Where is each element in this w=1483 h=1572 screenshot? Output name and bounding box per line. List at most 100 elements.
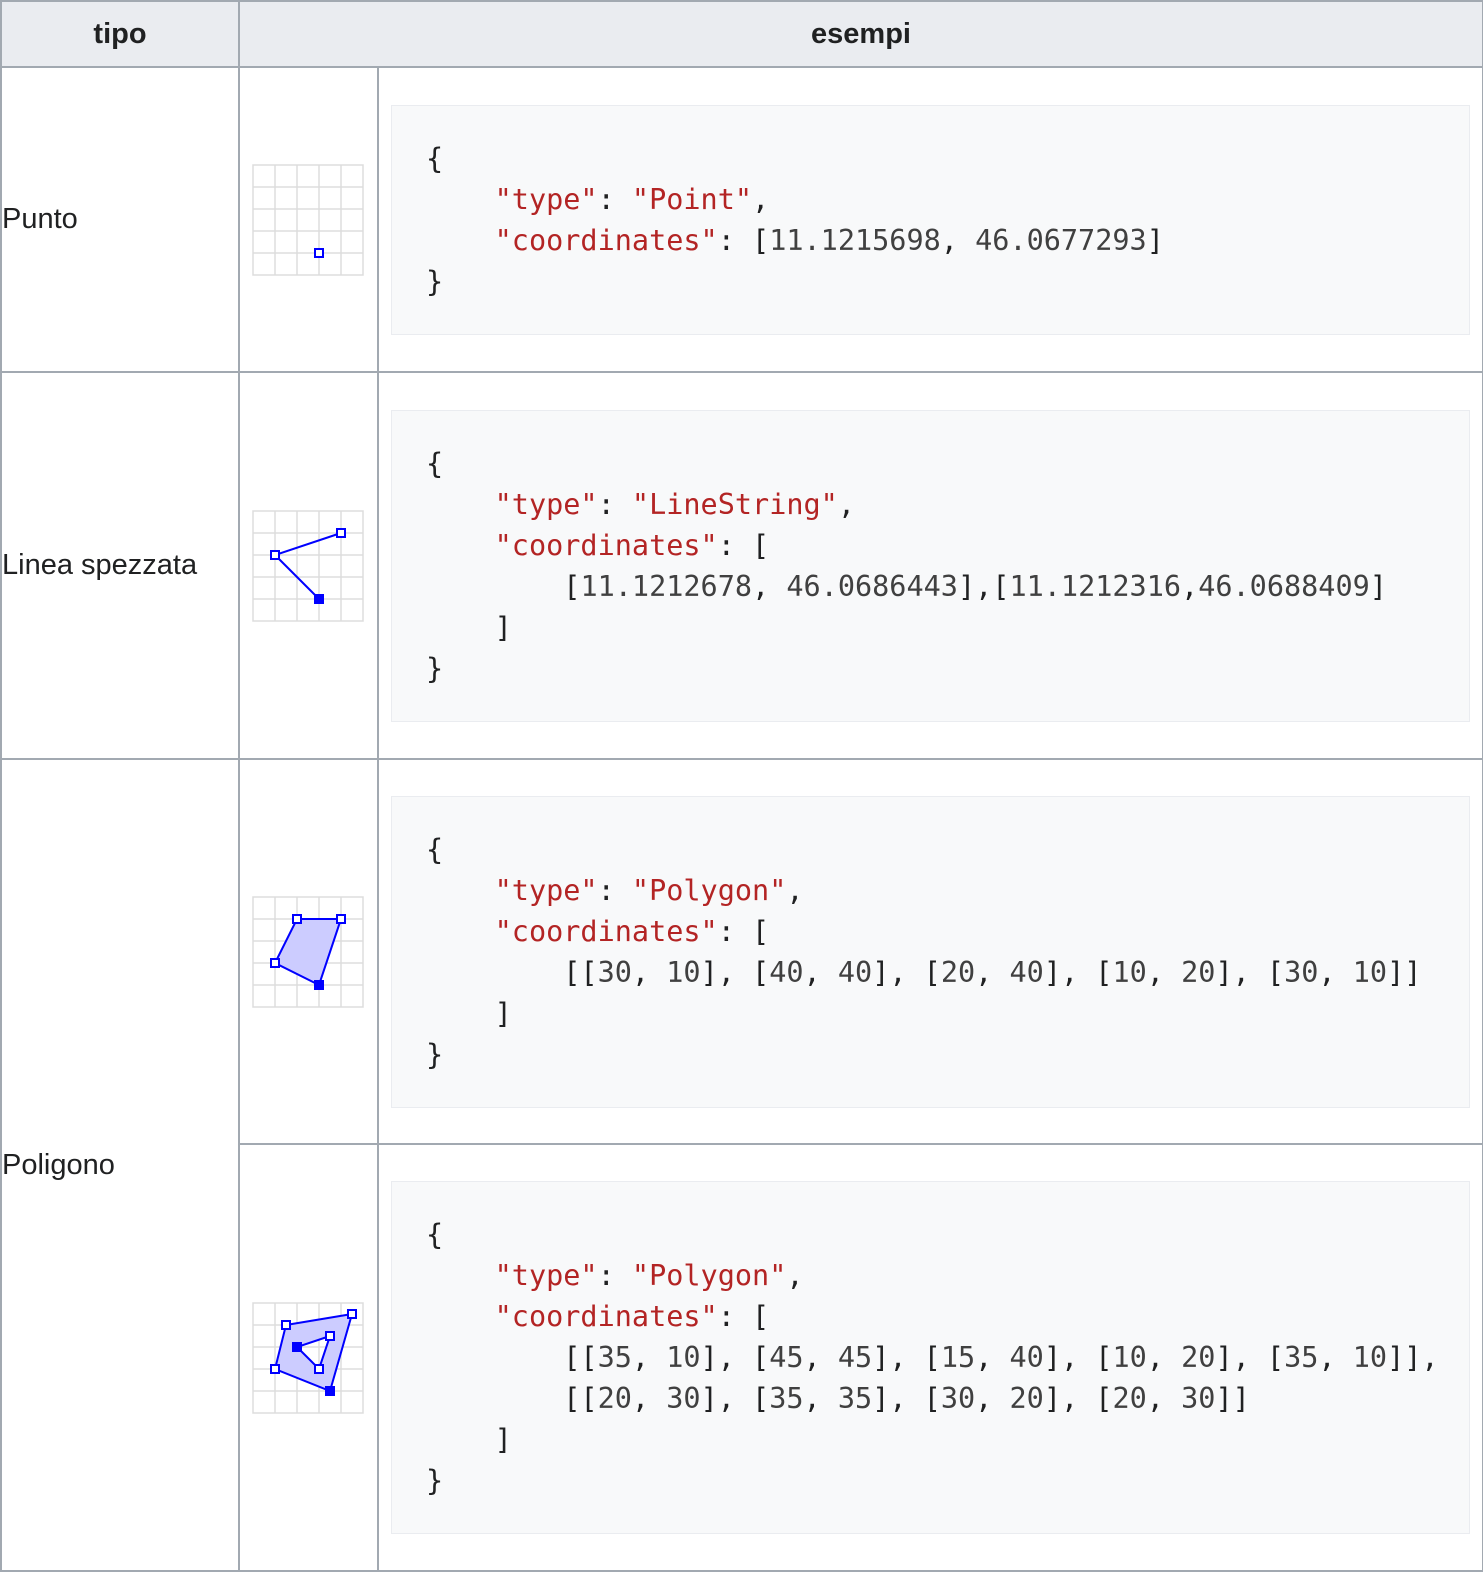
code-token-punc: [ xyxy=(426,569,581,603)
code-token-num: 20 xyxy=(1112,1382,1147,1415)
code-line: { xyxy=(426,443,1469,484)
code-token-str: "Polygon" xyxy=(631,873,787,907)
header-type: tipo xyxy=(0,0,240,68)
code-line: "type": "Point", xyxy=(426,179,1469,220)
linestring-geometry-icon xyxy=(252,509,364,622)
code-token-punc: , xyxy=(1146,955,1182,989)
code-token-str: "Polygon" xyxy=(631,1259,787,1292)
code-token-num: 20 xyxy=(940,955,976,989)
code-line: "type": "Polygon", xyxy=(426,1255,1469,1296)
code-token-punc: [[ xyxy=(426,1382,598,1415)
code-token-punc: ] xyxy=(426,996,512,1030)
code-token-punc xyxy=(426,183,495,216)
code-token-str: "LineString" xyxy=(631,487,838,521)
icon-cell xyxy=(238,371,379,760)
code-token-num: 11.1215698 xyxy=(769,223,941,257)
code-token-num: 11.1212316 xyxy=(1009,569,1182,603)
code-cell: { "type": "LineString", "coordinates": [… xyxy=(376,371,1483,760)
code-token-str: "Point" xyxy=(631,182,753,216)
code-cell: { "type": "Polygon", "coordinates": [ [[… xyxy=(376,758,1483,1145)
code-token-punc: , xyxy=(1318,1341,1353,1374)
code-token-punc: : xyxy=(597,182,632,216)
code-line: "type": "Polygon", xyxy=(426,870,1469,911)
code-token-num: 15 xyxy=(940,1341,976,1374)
code-token-num: 10 xyxy=(1112,1341,1147,1374)
code-token-punc: , xyxy=(837,487,855,521)
code-token-punc: : [ xyxy=(717,528,770,562)
code-token-punc: ], [ xyxy=(700,1382,770,1415)
code-token-punc: ]], xyxy=(1387,1341,1439,1374)
code-token-num: 46.0686443 xyxy=(786,569,958,603)
code-token-num: 10 xyxy=(666,1341,701,1374)
code-line: { xyxy=(426,138,1469,179)
code-line: [11.1212678, 46.0686443],[11.1212316,46.… xyxy=(426,566,1469,607)
icon-cell xyxy=(238,66,379,373)
code-token-punc: } xyxy=(426,264,444,298)
code-line: "type": "LineString", xyxy=(426,484,1469,525)
type-cell-point: Punto xyxy=(0,66,240,373)
code-token-num: 46.0688409 xyxy=(1198,569,1370,603)
code-token-punc: ] xyxy=(1369,569,1387,603)
code-line: } xyxy=(426,261,1469,302)
code-token-num: 40 xyxy=(769,955,804,989)
code-token-punc: , xyxy=(786,1259,804,1292)
code-token-punc: ] xyxy=(426,1423,512,1456)
geojson-types-table: tipo esempi Punto { "type": "Point", "co… xyxy=(0,0,1483,1572)
code-token-punc: : xyxy=(597,487,632,521)
code-token-punc: [[ xyxy=(426,955,598,989)
table-row: Linea spezzata { "type": "LineString", "… xyxy=(0,371,1483,760)
code-token-punc: : [ xyxy=(717,223,770,257)
code-token-punc: } xyxy=(426,1464,444,1497)
code-line: "coordinates": [ xyxy=(426,911,1469,952)
code-token-punc: ]] xyxy=(1215,1382,1250,1415)
code-token-punc: ],[ xyxy=(957,569,1010,603)
code-token-num: 30 xyxy=(1181,1382,1216,1415)
code-token-key: "type" xyxy=(494,873,598,907)
code-token-key: "type" xyxy=(494,1259,598,1292)
code-token-num: 40 xyxy=(837,955,873,989)
code-block: { "type": "Polygon", "coordinates": [ [[… xyxy=(391,795,1471,1108)
code-token-num: 30 xyxy=(666,1382,701,1415)
polygon-geometry-icon xyxy=(252,895,364,1008)
code-token-punc: , xyxy=(1146,1341,1182,1374)
table-header-row: tipo esempi xyxy=(0,0,1483,68)
code-token-punc: , xyxy=(752,569,787,603)
code-cell: { "type": "Point", "coordinates": [11.12… xyxy=(376,66,1483,373)
code-line: ] xyxy=(426,607,1469,648)
code-token-punc xyxy=(426,1259,495,1292)
code-token-num: 20 xyxy=(1181,955,1216,989)
code-token-punc: , xyxy=(1318,955,1353,989)
code-token-punc: ], [ xyxy=(872,1341,941,1374)
code-line: { xyxy=(426,829,1469,870)
code-token-num: 45 xyxy=(837,1341,873,1374)
code-token-num: 10 xyxy=(1112,955,1147,989)
code-line: ] xyxy=(426,1419,1469,1460)
code-token-num: 20 xyxy=(1009,1382,1044,1415)
table-row: Punto { "type": "Point", "coordinates": … xyxy=(0,66,1483,373)
code-token-num: 11.1212678 xyxy=(580,569,753,603)
code-line: "coordinates": [ xyxy=(426,525,1469,566)
code-token-num: 35 xyxy=(1284,1341,1319,1374)
code-token-num: 30 xyxy=(1284,955,1319,989)
code-line: "coordinates": [11.1215698, 46.0677293] xyxy=(426,220,1469,261)
code-token-key: "coordinates" xyxy=(494,914,718,948)
code-token-punc: ], [ xyxy=(872,955,941,989)
code-token-punc: ], [ xyxy=(1215,955,1285,989)
code-token-num: 10 xyxy=(1352,1341,1388,1374)
point-geometry-icon xyxy=(252,163,364,276)
polygon-with-hole-geometry-icon xyxy=(252,1301,364,1414)
code-block: { "type": "LineString", "coordinates": [… xyxy=(391,409,1471,722)
code-line: ] xyxy=(426,993,1469,1034)
code-token-num: 10 xyxy=(666,955,701,989)
code-token-punc: ], [ xyxy=(1043,1341,1113,1374)
code-token-punc: , xyxy=(1146,1382,1182,1415)
code-token-punc: } xyxy=(426,651,444,685)
code-token-punc xyxy=(426,915,495,948)
code-token-punc: , xyxy=(752,182,770,216)
code-token-punc: { xyxy=(426,1218,444,1251)
code-token-num: 40 xyxy=(1009,955,1044,989)
code-token-punc: , xyxy=(975,955,1010,989)
code-token-punc: , xyxy=(631,955,667,989)
code-token-key: "coordinates" xyxy=(494,1300,718,1333)
code-token-num: 45 xyxy=(769,1341,804,1374)
